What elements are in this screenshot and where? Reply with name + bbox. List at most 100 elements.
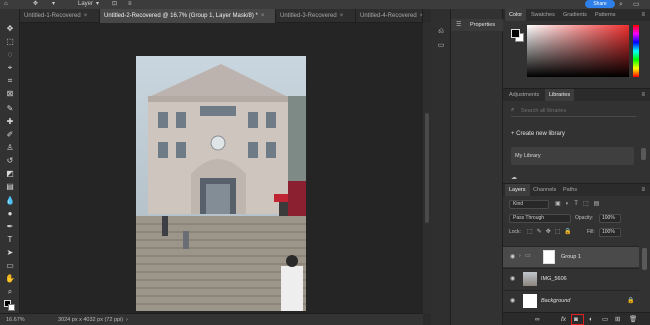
eye-icon[interactable]: ◉ [510, 275, 515, 282]
comments-icon[interactable]: ▭ [436, 41, 446, 51]
close-icon[interactable]: × [261, 13, 265, 19]
dodge-tool-icon[interactable]: ● [4, 208, 16, 220]
tab-adjustments[interactable]: Adjustments [505, 89, 543, 101]
zoom-tool-icon[interactable]: ⌕ [4, 286, 16, 298]
layer-row-img-5606[interactable]: ◉ IMG_5606 [503, 268, 639, 289]
delete-layer-icon[interactable]: 🗑 [629, 313, 637, 325]
fill-field[interactable]: 100% [599, 228, 621, 237]
tab-untitled-4[interactable]: Untitled-4-Recovered × [356, 9, 423, 23]
eraser-tool-icon[interactable]: ◩ [4, 168, 16, 180]
tab-label: Untitled-2-Recovered @ 16.7% (Group 1, L… [104, 13, 258, 19]
blur-tool-icon[interactable]: 💧 [4, 195, 16, 207]
tab-untitled-3[interactable]: Untitled-3-Recovered × [276, 9, 356, 23]
frame-tool-icon[interactable]: ⊠ [4, 88, 16, 100]
layer-row-background[interactable]: ◉ Background 🔒 [503, 290, 639, 311]
layer-select-label[interactable]: Layer [78, 0, 93, 9]
layer-row-group-1[interactable]: ◉ › ▭ Group 1 [503, 246, 639, 267]
canvas-scrollbar[interactable] [423, 23, 431, 313]
close-icon[interactable]: × [340, 13, 344, 19]
history-brush-icon[interactable]: ↺ [4, 155, 16, 167]
path-selection-icon[interactable]: ➤ [4, 247, 16, 259]
layer-thumbnail [523, 294, 537, 308]
tab-channels[interactable]: Channels [529, 184, 560, 196]
tab-swatches[interactable]: Swatches [527, 9, 559, 21]
library-item[interactable]: My Library [511, 147, 634, 165]
new-layer-icon[interactable]: ⊞ [615, 313, 620, 325]
tab-untitled-2[interactable]: Untitled-2-Recovered @ 16.7% (Group 1, L… [100, 9, 276, 23]
layer-name[interactable]: Background [541, 298, 570, 304]
close-icon[interactable]: × [420, 13, 422, 19]
color-field[interactable] [527, 25, 629, 77]
foreground-color-swatch[interactable] [511, 29, 520, 38]
tab-paths[interactable]: Paths [559, 184, 581, 196]
fill-label: Fill: [587, 229, 595, 235]
blend-mode-select[interactable]: Pass Through [509, 214, 571, 223]
layer-mask-thumbnail[interactable] [543, 250, 555, 264]
tab-gradients[interactable]: Gradients [559, 9, 591, 21]
zoom-level[interactable]: 16.67% [6, 314, 25, 325]
layer-name[interactable]: IMG_5606 [541, 276, 567, 282]
lock-icons[interactable]: ⬚✎✥⬚🔒 [527, 228, 576, 235]
link-layers-icon[interactable]: ∞ [535, 313, 540, 325]
tab-libraries[interactable]: Libraries [545, 89, 575, 101]
tab-color[interactable]: Color [505, 9, 527, 21]
panel-menu-icon[interactable]: ≡ [641, 89, 645, 101]
tab-layers[interactable]: Layers [505, 184, 530, 196]
lasso-tool-icon[interactable]: ◌ [4, 49, 16, 61]
move-tool-icon[interactable]: ✥ [4, 23, 16, 35]
crop-tool-icon[interactable]: ⌗ [4, 75, 16, 87]
hand-tool-icon[interactable]: ✋ [4, 273, 16, 285]
move-tool-icon[interactable]: ✥ [33, 0, 38, 9]
panel-menu-icon[interactable]: ≡ [641, 184, 645, 196]
eye-icon[interactable]: ◉ [510, 297, 515, 304]
scrollbar-thumb[interactable] [425, 113, 429, 223]
close-icon[interactable]: × [84, 13, 88, 19]
library-search-input[interactable]: ⌕ Search all libraries [511, 107, 636, 117]
type-tool-icon[interactable]: T [4, 234, 16, 246]
layer-name[interactable]: Group 1 [561, 254, 581, 260]
libraries-panel: Adjustments Libraries ≡ ⌕ Search all lib… [503, 89, 650, 184]
collapse-chevron-icon[interactable]: › [519, 253, 521, 259]
folder-icon: ▭ [525, 253, 531, 259]
fill-value: 100% [602, 229, 615, 235]
fx-icon[interactable]: fx [561, 313, 566, 325]
layers-scrollbar[interactable] [642, 248, 647, 270]
object-selection-icon[interactable]: ⌖ [4, 62, 16, 74]
pen-tool-icon[interactable]: ✒ [4, 221, 16, 233]
hue-slider[interactable] [633, 25, 639, 77]
eyedropper-tool-icon[interactable]: ✎ [4, 103, 16, 115]
home-icon[interactable]: ⌂ [4, 0, 8, 9]
cloud-icon[interactable]: ☁ [511, 174, 517, 181]
tab-untitled-1[interactable]: Untitled-1-Recovered × [20, 9, 100, 23]
auto-select-dropdown[interactable]: ▾ [52, 0, 55, 9]
new-group-icon[interactable]: ▭ [602, 313, 608, 325]
rectangle-tool-icon[interactable]: ▭ [4, 260, 16, 272]
lock-icon: 🔒 [627, 298, 635, 304]
create-new-library-button[interactable]: + Create new library [511, 131, 565, 137]
tab-label: Untitled-3-Recovered [280, 13, 337, 19]
brush-tool-icon[interactable]: ✐ [4, 129, 16, 141]
clone-stamp-icon[interactable]: ♙ [4, 142, 16, 154]
layer-select-chevron-icon[interactable]: ▾ [96, 0, 99, 9]
libraries-scrollbar[interactable] [641, 148, 646, 160]
healing-brush-icon[interactable]: ✚ [4, 116, 16, 128]
opacity-field[interactable]: 100% [599, 214, 621, 223]
transform-controls-icon[interactable]: ⊡ [112, 0, 117, 9]
workspace-icon[interactable]: ▭ [633, 0, 640, 9]
eye-icon[interactable]: ◉ [510, 253, 515, 260]
filter-icons[interactable]: ▣◐T⬚▤ [555, 200, 604, 207]
artboard-tool-icon[interactable]: ⬚ [4, 36, 16, 48]
status-arrow-icon[interactable]: › [126, 314, 128, 325]
tab-patterns[interactable]: Patterns [591, 9, 619, 21]
canvas-area[interactable] [20, 23, 423, 313]
adjustment-layer-icon[interactable]: ◐ [589, 313, 593, 325]
search-icon[interactable]: ⌕ [619, 0, 623, 9]
history-icon[interactable]: ⎌ [436, 27, 446, 37]
background-color-swatch[interactable] [8, 304, 15, 311]
properties-header[interactable]: ☰ Properties [451, 19, 503, 31]
gradient-tool-icon[interactable]: ▤ [4, 181, 16, 193]
align-icon[interactable]: ≡ [128, 0, 132, 9]
panel-menu-icon[interactable]: ≡ [641, 9, 645, 21]
share-button[interactable]: Share [585, 0, 615, 8]
kind-filter-select[interactable]: Kind [509, 200, 549, 209]
